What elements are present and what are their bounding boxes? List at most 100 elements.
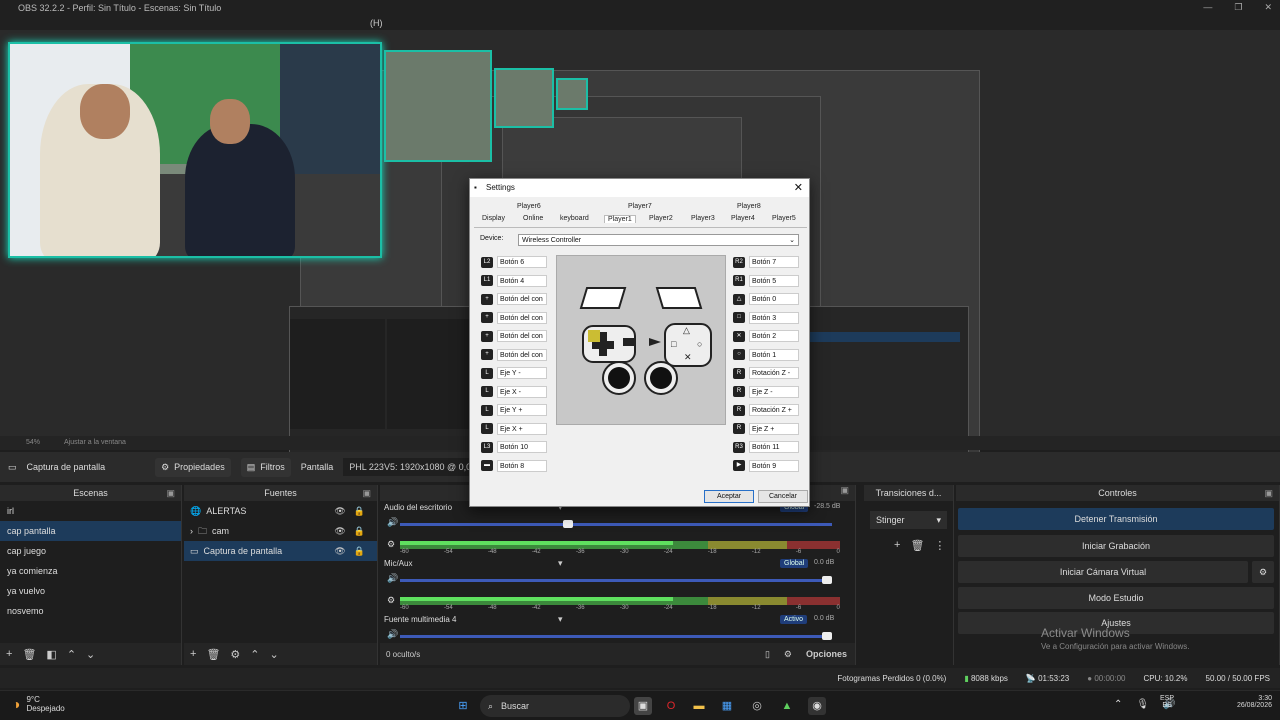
mapping-field[interactable]: Botón 7 (749, 256, 799, 268)
scene-item[interactable]: cap juego (0, 541, 181, 561)
minimize-icon[interactable]: — (1203, 2, 1212, 13)
mapping-field[interactable]: Eje Y + (497, 404, 547, 416)
mapping-field[interactable]: Botón del con (497, 293, 547, 305)
volume-slider[interactable] (400, 576, 832, 584)
gear-icon[interactable]: ⚙ (230, 648, 240, 661)
task-view-icon[interactable]: ▣ (634, 697, 652, 715)
dock-float-icon[interactable]: ▣ (1264, 485, 1273, 501)
mixer-layout-icon[interactable]: ▯ (765, 649, 770, 660)
scene-item[interactable]: cap pantalla (0, 521, 181, 541)
mapping-field[interactable]: Botón 6 (497, 256, 547, 268)
volume-thumb[interactable] (562, 520, 573, 528)
mapping-field[interactable]: Eje X + (497, 422, 547, 435)
steam-icon[interactable]: ◎ (748, 697, 766, 715)
mic-icon[interactable]: 🎙 (1136, 699, 1149, 710)
virtual-cam-gear-icon[interactable]: ⚙ (1252, 561, 1274, 583)
lock-icon[interactable]: 🔒 (354, 501, 365, 521)
tab-player6[interactable]: Player6 (517, 203, 541, 210)
mapping-field[interactable]: Botón del con (497, 311, 547, 324)
opera-icon[interactable]: O (662, 697, 680, 715)
scene-item[interactable]: nosvemo (0, 601, 181, 621)
filter-icon[interactable]: ◧ (46, 648, 56, 661)
start-virtual-camera-button[interactable]: Iniciar Cámara Virtual (958, 561, 1248, 583)
studio-mode-button[interactable]: Modo Estudio (958, 587, 1274, 609)
mapping-field[interactable]: Botón 5 (749, 274, 799, 287)
search-box[interactable]: ⌕ Buscar (480, 695, 630, 717)
add-icon[interactable]: + (6, 648, 12, 660)
lock-icon[interactable]: 🔒 (354, 521, 365, 541)
scene-item[interactable]: irl (0, 501, 181, 521)
chevron-right-icon[interactable]: › (190, 521, 193, 541)
app-green-icon[interactable]: ▲ (778, 697, 796, 715)
transition-select[interactable]: Stinger ▾ (870, 511, 947, 529)
source-row-alertas[interactable]: 🌐 ALERTAS 👁 🔒 (184, 501, 377, 521)
tab-player5[interactable]: Player5 (772, 215, 796, 222)
windows-start-icon[interactable]: ⊞ (454, 697, 472, 715)
accept-button[interactable]: Aceptar (704, 490, 754, 503)
arrow-down-icon[interactable]: ⌄ (86, 648, 95, 661)
dock-float-icon[interactable]: ▣ (362, 485, 371, 501)
more-icon[interactable]: ⋮ (934, 539, 945, 552)
zoom-value[interactable]: 54% (26, 439, 40, 446)
tab-display[interactable]: Display (482, 215, 505, 222)
trash-icon[interactable]: 🗑 (206, 648, 220, 661)
options-button[interactable]: Opciones (806, 649, 847, 659)
mapping-field[interactable]: Botón 4 (497, 274, 547, 287)
filters-button[interactable]: ▤ Filtros (240, 457, 291, 477)
mapping-field[interactable]: Botón 10 (497, 441, 547, 453)
close-icon[interactable]: ✕ (1264, 2, 1272, 13)
mapping-field[interactable]: Eje Z - (749, 385, 799, 398)
mapping-field[interactable]: Botón del con (497, 348, 547, 361)
mapping-field[interactable]: Botón 8 (497, 459, 547, 472)
speaker-icon[interactable]: 🔊 (387, 629, 398, 640)
device-select[interactable]: Wireless Controller ⌄ (518, 234, 799, 246)
tab-player1[interactable]: Player1 (604, 215, 636, 223)
mapping-field[interactable]: Botón 11 (749, 441, 799, 453)
store-icon[interactable]: ▦ (718, 697, 736, 715)
eye-icon[interactable]: 👁 (334, 501, 345, 521)
zoom-fit[interactable]: Ajustar a la ventana (64, 439, 126, 446)
trash-icon[interactable]: 🗑 (22, 648, 36, 661)
tab-player4[interactable]: Player4 (731, 215, 755, 222)
tab-player3[interactable]: Player3 (691, 215, 715, 222)
source-row-cam[interactable]: › 🗀 cam 👁 🔒 (184, 521, 377, 541)
volume-slider[interactable] (400, 520, 832, 528)
mixer-gear-icon[interactable]: ⚙ (784, 649, 792, 660)
chevron-up-icon[interactable]: ⌃ (1114, 699, 1122, 710)
tab-player2[interactable]: Player2 (649, 215, 673, 222)
mapping-field[interactable]: Eje Z + (749, 422, 799, 435)
language-indicator[interactable]: ESP ES (1160, 695, 1174, 709)
speaker-icon[interactable]: 🔊 (387, 517, 398, 528)
mapping-field[interactable]: Botón 1 (749, 348, 799, 361)
clock[interactable]: 3:30 26/08/2026 (1224, 695, 1272, 709)
mapping-field[interactable]: Eje X - (497, 385, 547, 398)
tab-player8[interactable]: Player8 (737, 203, 761, 210)
add-icon[interactable]: + (190, 648, 196, 660)
arrow-down-icon[interactable]: ⌄ (270, 648, 279, 661)
file-explorer-icon[interactable]: ▬ (690, 697, 708, 715)
obs-icon[interactable]: ◉ (808, 697, 826, 715)
tab-online[interactable]: Online (523, 215, 543, 222)
source-row-captura[interactable]: ▭ Captura de pantalla 👁 🔒 (184, 541, 377, 561)
dock-float-icon[interactable]: ▣ (840, 485, 849, 496)
mapping-field[interactable]: Botón 2 (749, 330, 799, 342)
track-gear-icon[interactable]: ⚙ (387, 539, 395, 550)
scene-item[interactable]: ya vuelvo (0, 581, 181, 601)
arrow-up-icon[interactable]: ⌃ (67, 648, 76, 661)
scene-item[interactable]: ya comienza (0, 561, 181, 581)
mapping-field[interactable]: Rotación Z + (749, 404, 799, 416)
volume-thumb[interactable] (822, 576, 832, 584)
volume-thumb[interactable] (822, 632, 832, 640)
trash-icon[interactable]: 🗑 (910, 539, 924, 552)
stop-stream-button[interactable]: Detener Transmisión (958, 508, 1274, 530)
start-recording-button[interactable]: Iniciar Grabación (958, 535, 1274, 557)
cancel-button[interactable]: Cancelar (758, 490, 808, 503)
lock-icon[interactable]: 🔒 (354, 541, 365, 561)
arrow-up-icon[interactable]: ⌃ (250, 648, 259, 661)
dock-float-icon[interactable]: ▣ (166, 485, 175, 501)
mapping-field[interactable]: Rotación Z - (749, 367, 799, 379)
speaker-icon[interactable]: 🔊 (387, 573, 398, 584)
properties-button[interactable]: ⚙ Propiedades (155, 457, 231, 477)
mapping-field[interactable]: Botón del con (497, 330, 547, 342)
chevron-down-icon[interactable]: ▾ (558, 614, 563, 625)
